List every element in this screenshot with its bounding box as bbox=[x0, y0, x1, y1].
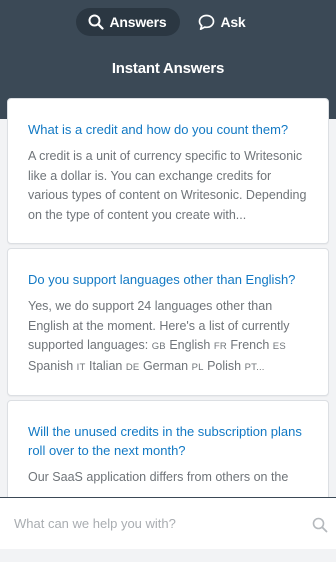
article-title-link[interactable]: Do you support languages other than Engl… bbox=[28, 270, 312, 289]
article-card[interactable]: What is a credit and how do you count th… bbox=[7, 98, 329, 244]
search-input[interactable] bbox=[14, 508, 304, 539]
flag-code: FR bbox=[213, 341, 227, 352]
flag-code: IT bbox=[76, 361, 86, 373]
article-snippet: Our SaaS application differs from others… bbox=[28, 470, 289, 484]
snippet-tail: PT... bbox=[244, 361, 265, 373]
language-name: Polish bbox=[207, 358, 242, 373]
page-title: Instant Answers bbox=[111, 60, 225, 77]
language-name: French bbox=[230, 338, 270, 352]
language-name: German bbox=[142, 358, 189, 373]
tab-ask-label: Ask bbox=[220, 14, 246, 30]
article-title-link[interactable]: Will the unused credits in the subscript… bbox=[28, 422, 312, 460]
tab-bar: Answers Ask bbox=[0, 8, 336, 36]
search-button[interactable] bbox=[312, 517, 328, 538]
article-title-link[interactable]: What is a credit and how do you count th… bbox=[28, 120, 312, 139]
search-icon bbox=[88, 14, 105, 30]
article-card[interactable]: Do you support languages other than Engl… bbox=[7, 248, 329, 396]
chat-bubble-icon bbox=[198, 14, 215, 31]
flag-code: ES bbox=[272, 341, 286, 352]
tab-answers-label: Answers bbox=[109, 14, 167, 30]
flag-code: PL bbox=[191, 361, 204, 373]
language-name: Italian bbox=[89, 358, 123, 373]
flag-code: GB bbox=[151, 341, 166, 352]
flag-code: DE bbox=[125, 361, 140, 373]
tab-answers[interactable]: Answers bbox=[76, 8, 181, 36]
language-name: Spanish bbox=[28, 358, 74, 373]
article-card[interactable]: Will the unused credits in the subscript… bbox=[7, 400, 329, 507]
article-snippet: A credit is a unit of currency specific … bbox=[28, 149, 307, 222]
bottom-strip bbox=[0, 549, 336, 562]
search-icon bbox=[312, 517, 328, 533]
language-name: English bbox=[169, 338, 211, 352]
tab-ask[interactable]: Ask bbox=[186, 8, 259, 36]
article-list: What is a credit and how do you count th… bbox=[7, 98, 329, 511]
search-bar bbox=[0, 497, 336, 549]
article-snippet: Yes, we do support 24 languages other th… bbox=[28, 297, 312, 377]
